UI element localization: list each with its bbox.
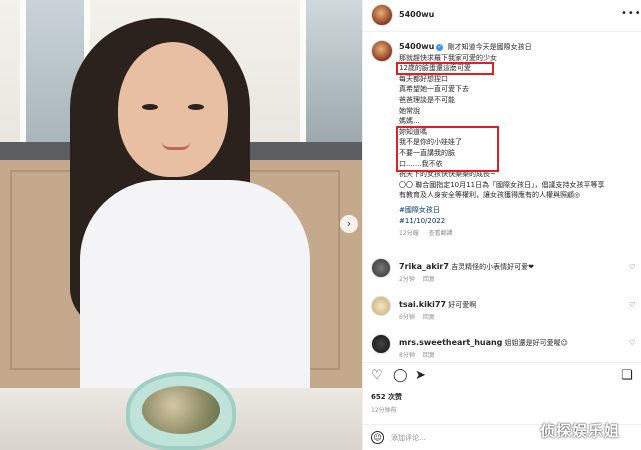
photo-bowl — [126, 372, 236, 450]
share-icon[interactable]: ➤ — [415, 369, 426, 383]
avatar[interactable] — [371, 334, 391, 354]
highlight-box — [396, 62, 494, 75]
comment-username[interactable]: tsai.kiki77 — [399, 300, 446, 309]
hashtag-link[interactable]: #國際女孩日 — [399, 206, 440, 214]
header-username[interactable]: 5400wu — [399, 10, 434, 19]
heart-icon[interactable]: ♡ — [629, 263, 635, 271]
comment-time: 6分钟 — [399, 314, 415, 321]
comment-item: tsai.kiki77 好可愛啊 6分钟 回复 ♡ — [363, 296, 641, 326]
chevron-right-icon[interactable]: › — [340, 215, 358, 233]
comment-input[interactable] — [391, 430, 551, 446]
caption-meta: 12分鐘 查看翻譯 — [399, 229, 635, 240]
caption-line: 她常說 — [399, 106, 420, 115]
photo-window-right — [300, 0, 362, 150]
translate-link[interactable]: 查看翻譯 — [429, 230, 453, 237]
heart-icon[interactable]: ♡ — [629, 339, 635, 347]
caption-time: 12分鐘 — [399, 230, 419, 238]
comment-text: 好可愛啊 — [448, 301, 477, 309]
caption-line: 〇〇 聯合國指定10月11日為「國際女孩日」，倡議支持女孩平等享 — [399, 180, 605, 189]
watermark: 侦探娱乐姐 — [540, 422, 621, 440]
avatar[interactable] — [371, 4, 393, 26]
avatar[interactable] — [371, 296, 391, 316]
comment-username[interactable]: 7rika_akir7 — [399, 262, 449, 271]
hashtag-link[interactable]: #11/10/2022 — [399, 217, 445, 225]
post-panel: 5400wu ••• 5400wu ✓ 剛才知道今天是國際女孩日 那就趕快求羅下我… — [362, 0, 641, 450]
caption-line: 爸爸理談是不可能 — [399, 95, 455, 104]
avatar[interactable] — [371, 258, 391, 278]
comment-text: 吉灵精怪的小表情好可爱❤ — [451, 263, 535, 271]
reply-link[interactable]: 回复 — [423, 276, 435, 283]
heart-icon[interactable]: ♡ — [629, 301, 635, 309]
comment-item: mrs.sweetheart_huang 姐姐還是好可愛喔☺ 8分钟 回复 ♡ — [363, 334, 641, 364]
highlight-box — [396, 126, 499, 172]
avatar[interactable] — [371, 40, 393, 62]
comment-text: 姐姐還是好可愛喔☺ — [504, 339, 568, 347]
reply-link[interactable]: 回复 — [423, 314, 435, 321]
photo-mouth — [162, 142, 190, 150]
emoji-icon[interactable]: ☺ — [371, 431, 384, 444]
heart-icon[interactable]: ♡ — [371, 369, 383, 383]
photo-face — [118, 42, 228, 177]
photo-bowl-food — [142, 386, 220, 434]
caption-body: 5400wu ✓ 剛才知道今天是國際女孩日 那就趕快求羅下我家可愛的少女 12歲的… — [396, 42, 635, 240]
verified-icon: ✓ — [436, 43, 444, 51]
reply-link[interactable]: 回复 — [423, 352, 435, 359]
caption-username[interactable]: 5400wu — [399, 42, 434, 51]
bookmark-icon[interactable]: ❏ — [621, 369, 633, 383]
comment-icon[interactable]: ◯ — [393, 369, 408, 383]
caption-line: 有教育及人身安全等權利，讓女孩獲得應有的人權與照顧◎ — [399, 191, 581, 200]
comment-username[interactable]: mrs.sweetheart_huang — [399, 338, 502, 347]
comment-time: 8分钟 — [399, 352, 415, 359]
post-photo: › — [0, 0, 362, 450]
caption-line: 真希望她一直可愛下去 — [399, 85, 469, 94]
more-horizontal-icon[interactable]: ••• — [621, 8, 641, 19]
likes-count[interactable]: 652 次赞 — [371, 392, 402, 402]
caption-first-line: 剛才知道今天是國際女孩日 — [447, 43, 532, 51]
comment-item: 7rika_akir7 吉灵精怪的小表情好可爱❤ 2分钟 回复 ♡ — [363, 258, 641, 288]
photo-eye — [188, 104, 204, 110]
comment-time: 2分钟 — [399, 276, 415, 283]
caption-line: 每天都好想捏口 — [399, 74, 448, 83]
post-header: 5400wu ••• — [363, 0, 641, 32]
post-time: 12分钟前 — [371, 407, 397, 414]
photo-eye — [142, 104, 158, 110]
action-bar: ♡ ◯ ➤ ❏ — [363, 362, 641, 390]
